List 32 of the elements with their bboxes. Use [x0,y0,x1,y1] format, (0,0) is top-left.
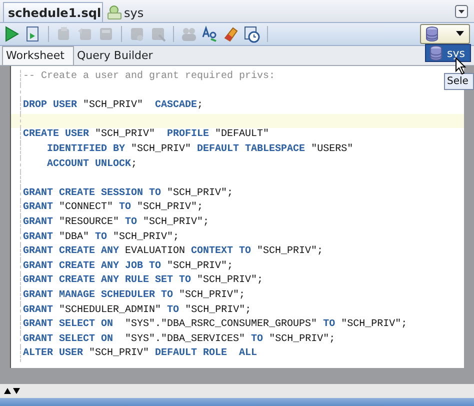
code-line: GRANT CREATE SESSION TO "SCH_PRIV"; [23,188,234,199]
eraser-icon[interactable] [222,25,240,43]
tab-list-icon[interactable] [455,4,468,18]
code-line: DROP USER "SCH_PRIV" CASCADE; [23,100,204,112]
split-arrows-icon[interactable] [4,388,20,394]
connection-icon [107,5,122,20]
text-case-icon[interactable] [201,25,219,43]
code-line: GRANT CREATE ANY JOB TO "SCH_PRIV"; [23,260,234,272]
tooltip: Sele [444,73,474,90]
menu-item[interactable]: sys [426,45,470,61]
clock-icon[interactable] [243,25,261,43]
code-line: GRANT CREATE ANY EVALUATION CONTEXT TO "SCH_PRIV"; [23,246,324,258]
tab[interactable]: Query Builder [74,47,160,65]
connection-dropdown[interactable] [420,24,470,44]
code-line: GRANT "SCHEDULER_ADMIN" TO "SCH_PRIV"; [23,304,252,316]
code-line: GRANT SELECT ON "SYS"."DBA_RSRC_CONSUMER_GROUPS" TO "SCH_PRIV"; [23,319,408,330]
run-icon[interactable] [3,25,21,43]
dropdown-arrow-icon [455,31,465,37]
code-line: GRANT MANAGE SCHEDULER TO "SCH_PRIV"; [23,290,246,301]
tab[interactable]: Worksheet [2,46,74,65]
code-line: GRANT "RESOURCE" TO "SCH_PRIV"; [23,216,210,228]
code-line: -- Create a user and grant required privs: [23,71,276,82]
code-line: GRANT SELECT ON "SYS"."DBA_SERVICES" TO "SCH_PRIV"; [23,334,336,345]
code-line: GRANT "DBA" TO "SCH_PRIV"; [23,232,180,243]
code-line: ACCOUNT UNLOCK; [47,158,138,170]
code-line: GRANT "CONNECT" TO "SCH_PRIV"; [23,202,204,214]
editor-tab[interactable]: schedule1.sql [3,2,103,22]
code-line: ALTER USER "SCH_PRIV" DEFAULT ROLE ALL [23,348,258,360]
editor-tab[interactable]: sys [105,3,152,22]
code-line: CREATE USER "SCH_PRIV" PROFILE "DEFAULT" [23,129,270,140]
code-line: GRANT CREATE ANY RULE SET TO "SCH_PRIV"; [23,275,264,286]
code-line: IDENTIFIED BY "SCH_PRIV" DEFAULT TABLESPACE "USERS" [47,144,354,155]
